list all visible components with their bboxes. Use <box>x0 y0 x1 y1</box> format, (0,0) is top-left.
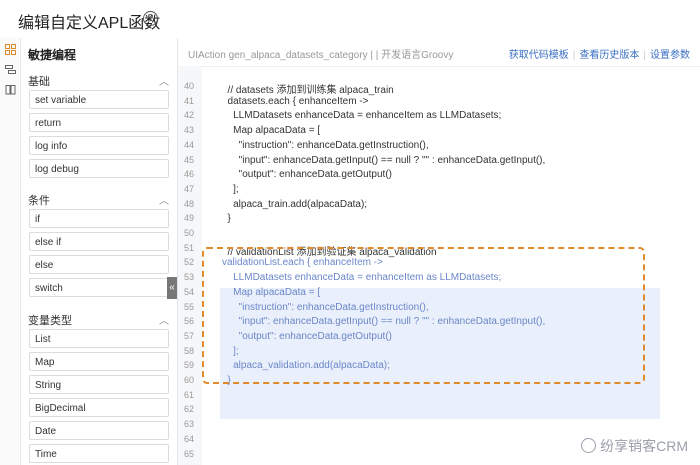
sidebar: 敏捷编程 基础 ︿ set variable return log info lo… <box>21 38 178 465</box>
get-template-link[interactable]: 获取代码模板 <box>509 50 569 61</box>
code-line[interactable]: // datasets 添加到训练集 alpaca_train <box>222 81 394 96</box>
sidebar-title: 敏捷编程 <box>28 48 77 62</box>
book-icon[interactable] <box>5 84 16 95</box>
line-number: 61 <box>183 389 194 400</box>
sidebar-item-time[interactable]: Time <box>29 444 169 463</box>
sidebar-item-switch[interactable]: switch <box>29 278 169 297</box>
line-number: 56 <box>183 316 194 327</box>
line-number: 62 <box>183 404 194 415</box>
line-number: 51 <box>183 242 194 253</box>
sidebar-item-if[interactable]: if <box>29 209 169 228</box>
line-number: 41 <box>183 95 194 106</box>
line-number: 53 <box>183 272 194 283</box>
sidebar-item-else-if[interactable]: else if <box>29 232 169 251</box>
line-number: 59 <box>183 360 194 371</box>
line-number: 55 <box>183 301 194 312</box>
grid-icon[interactable] <box>5 44 16 55</box>
sidebar-item-date[interactable]: Date <box>29 421 169 440</box>
code-line[interactable]: datasets.each { enhanceItem -> <box>222 96 369 107</box>
group-variable-types[interactable]: 变量类型 ︿ <box>28 312 171 328</box>
title-bar: 编辑自定义APL函数 ? <box>0 0 700 39</box>
sidebar-item-set-variable[interactable]: set variable <box>29 90 169 109</box>
sidebar-item-list[interactable]: List <box>29 329 169 348</box>
line-number: 57 <box>183 330 194 341</box>
page-title: 编辑自定义APL函数 <box>18 15 161 32</box>
editor-toolbar: UIAction gen_alpaca_datasets_category | … <box>178 38 700 67</box>
history-versions-link[interactable]: 查看历史版本 <box>579 50 639 61</box>
group-condition[interactable]: 条件 ︿ <box>28 192 171 208</box>
code-line[interactable]: Map alpacaData = [ <box>222 125 320 136</box>
sidebar-item-return[interactable]: return <box>29 113 169 132</box>
sidebar-item-log-debug[interactable]: log debug <box>29 159 169 178</box>
editor-subtitle: UIAction gen_alpaca_datasets_category | … <box>188 50 454 61</box>
line-number: 44 <box>183 139 194 150</box>
line-number: 52 <box>183 257 194 268</box>
layers-icon[interactable] <box>5 64 16 75</box>
code-line[interactable]: } <box>222 213 231 224</box>
chevron-up-icon[interactable]: ︿ <box>159 73 169 88</box>
sidebar-item-log-info[interactable]: log info <box>29 136 169 155</box>
line-number: 47 <box>183 183 194 194</box>
sidebar-item-bigdecimal[interactable]: BigDecimal <box>29 398 169 417</box>
line-number: 48 <box>183 198 194 209</box>
line-number: 46 <box>183 169 194 180</box>
sidebar-item-else[interactable]: else <box>29 255 169 274</box>
sidebar-item-string[interactable]: String <box>29 375 169 394</box>
line-number: 40 <box>183 81 194 91</box>
line-number: 42 <box>183 110 194 121</box>
line-number: 43 <box>183 125 194 136</box>
chevron-up-icon[interactable]: ︿ <box>159 192 169 207</box>
left-rail <box>0 38 21 465</box>
line-number: 64 <box>183 433 194 444</box>
line-number: 50 <box>183 228 194 238</box>
watermark: 纷享销客CRM <box>581 436 688 456</box>
wechat-icon <box>581 438 597 453</box>
group-basic[interactable]: 基础 ︿ <box>28 73 171 89</box>
code-line[interactable]: "instruction": enhanceData.getInstructio… <box>222 140 429 151</box>
collapse-sidebar-button[interactable]: « <box>167 277 177 299</box>
line-number: 63 <box>183 419 194 430</box>
sidebar-item-map[interactable]: Map <box>29 352 169 371</box>
line-number: 49 <box>183 213 194 224</box>
editor-links: 获取代码模板 | 查看历史版本 | 设置参数 <box>508 50 690 61</box>
code-line[interactable]: alpaca_train.add(alpacaData); <box>222 199 367 210</box>
code-line[interactable]: "input": enhanceData.getInput() == null … <box>222 155 546 166</box>
line-number: 60 <box>183 375 194 385</box>
code-line[interactable]: ]; <box>222 184 239 195</box>
set-params-link[interactable]: 设置参数 <box>650 50 690 61</box>
question-circle-icon[interactable]: ? <box>143 11 158 26</box>
line-number: 58 <box>183 345 194 356</box>
chevron-up-icon[interactable]: ︿ <box>159 312 169 327</box>
code-line[interactable]: "output": enhanceData.getOutput() <box>222 169 392 180</box>
line-number: 45 <box>183 154 194 165</box>
line-number: 65 <box>183 448 194 459</box>
code-line[interactable]: LLMDatasets enhanceData = enhanceItem as… <box>222 110 501 121</box>
line-number: 54 <box>183 286 194 297</box>
highlight-annotation-box <box>202 247 645 384</box>
